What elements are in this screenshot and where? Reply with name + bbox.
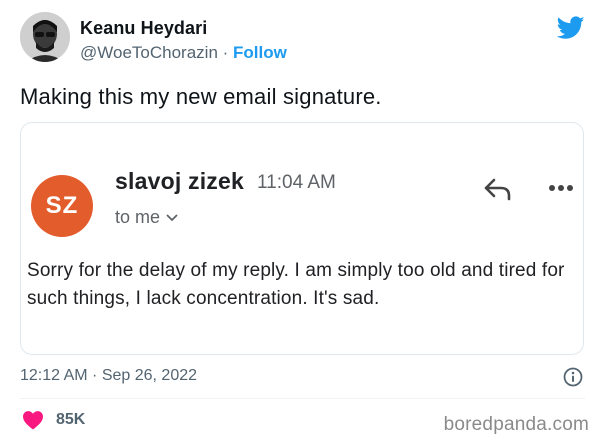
reply-icon	[484, 178, 511, 201]
email-screenshot: SZ slavoj zizek 11:04 AM to me Sorry for…	[20, 122, 584, 355]
divider	[20, 398, 585, 399]
recipient-label: to me	[115, 207, 161, 227]
separator-dot: ·	[217, 43, 234, 62]
twitter-bird-icon[interactable]	[557, 16, 585, 40]
more-options-icon	[549, 185, 573, 191]
like-count: 85K	[56, 411, 86, 428]
chevron-down-icon	[166, 213, 178, 221]
recipient-row: to me	[115, 207, 178, 228]
tweet-timestamp[interactable]: 12:12 AM · Sep 26, 2022	[20, 367, 197, 385]
author-avatar[interactable]	[20, 12, 70, 62]
author-name[interactable]: Keanu Heydari	[80, 18, 207, 39]
email-body: Sorry for the delay of my reply. I am si…	[27, 260, 565, 309]
email-time: 11:04 AM	[257, 172, 336, 193]
avatar-image	[20, 12, 70, 62]
info-icon[interactable]	[563, 367, 583, 387]
watermark: boredpanda.com	[443, 414, 589, 435]
author-handle-row: @WoeToChorazin · Follow	[80, 43, 287, 63]
follow-button[interactable]: Follow	[233, 43, 287, 62]
sender-avatar: SZ	[31, 175, 93, 237]
tweet-card: Keanu Heydari @WoeToChorazin · Follow Ma…	[0, 0, 605, 445]
author-handle[interactable]: @WoeToChorazin	[80, 43, 218, 62]
sender-name: slavoj zizek	[115, 168, 244, 194]
heart-icon	[23, 411, 43, 430]
tweet-text: Making this my new email signature.	[20, 84, 382, 109]
like-button[interactable]: 85K	[22, 410, 85, 430]
